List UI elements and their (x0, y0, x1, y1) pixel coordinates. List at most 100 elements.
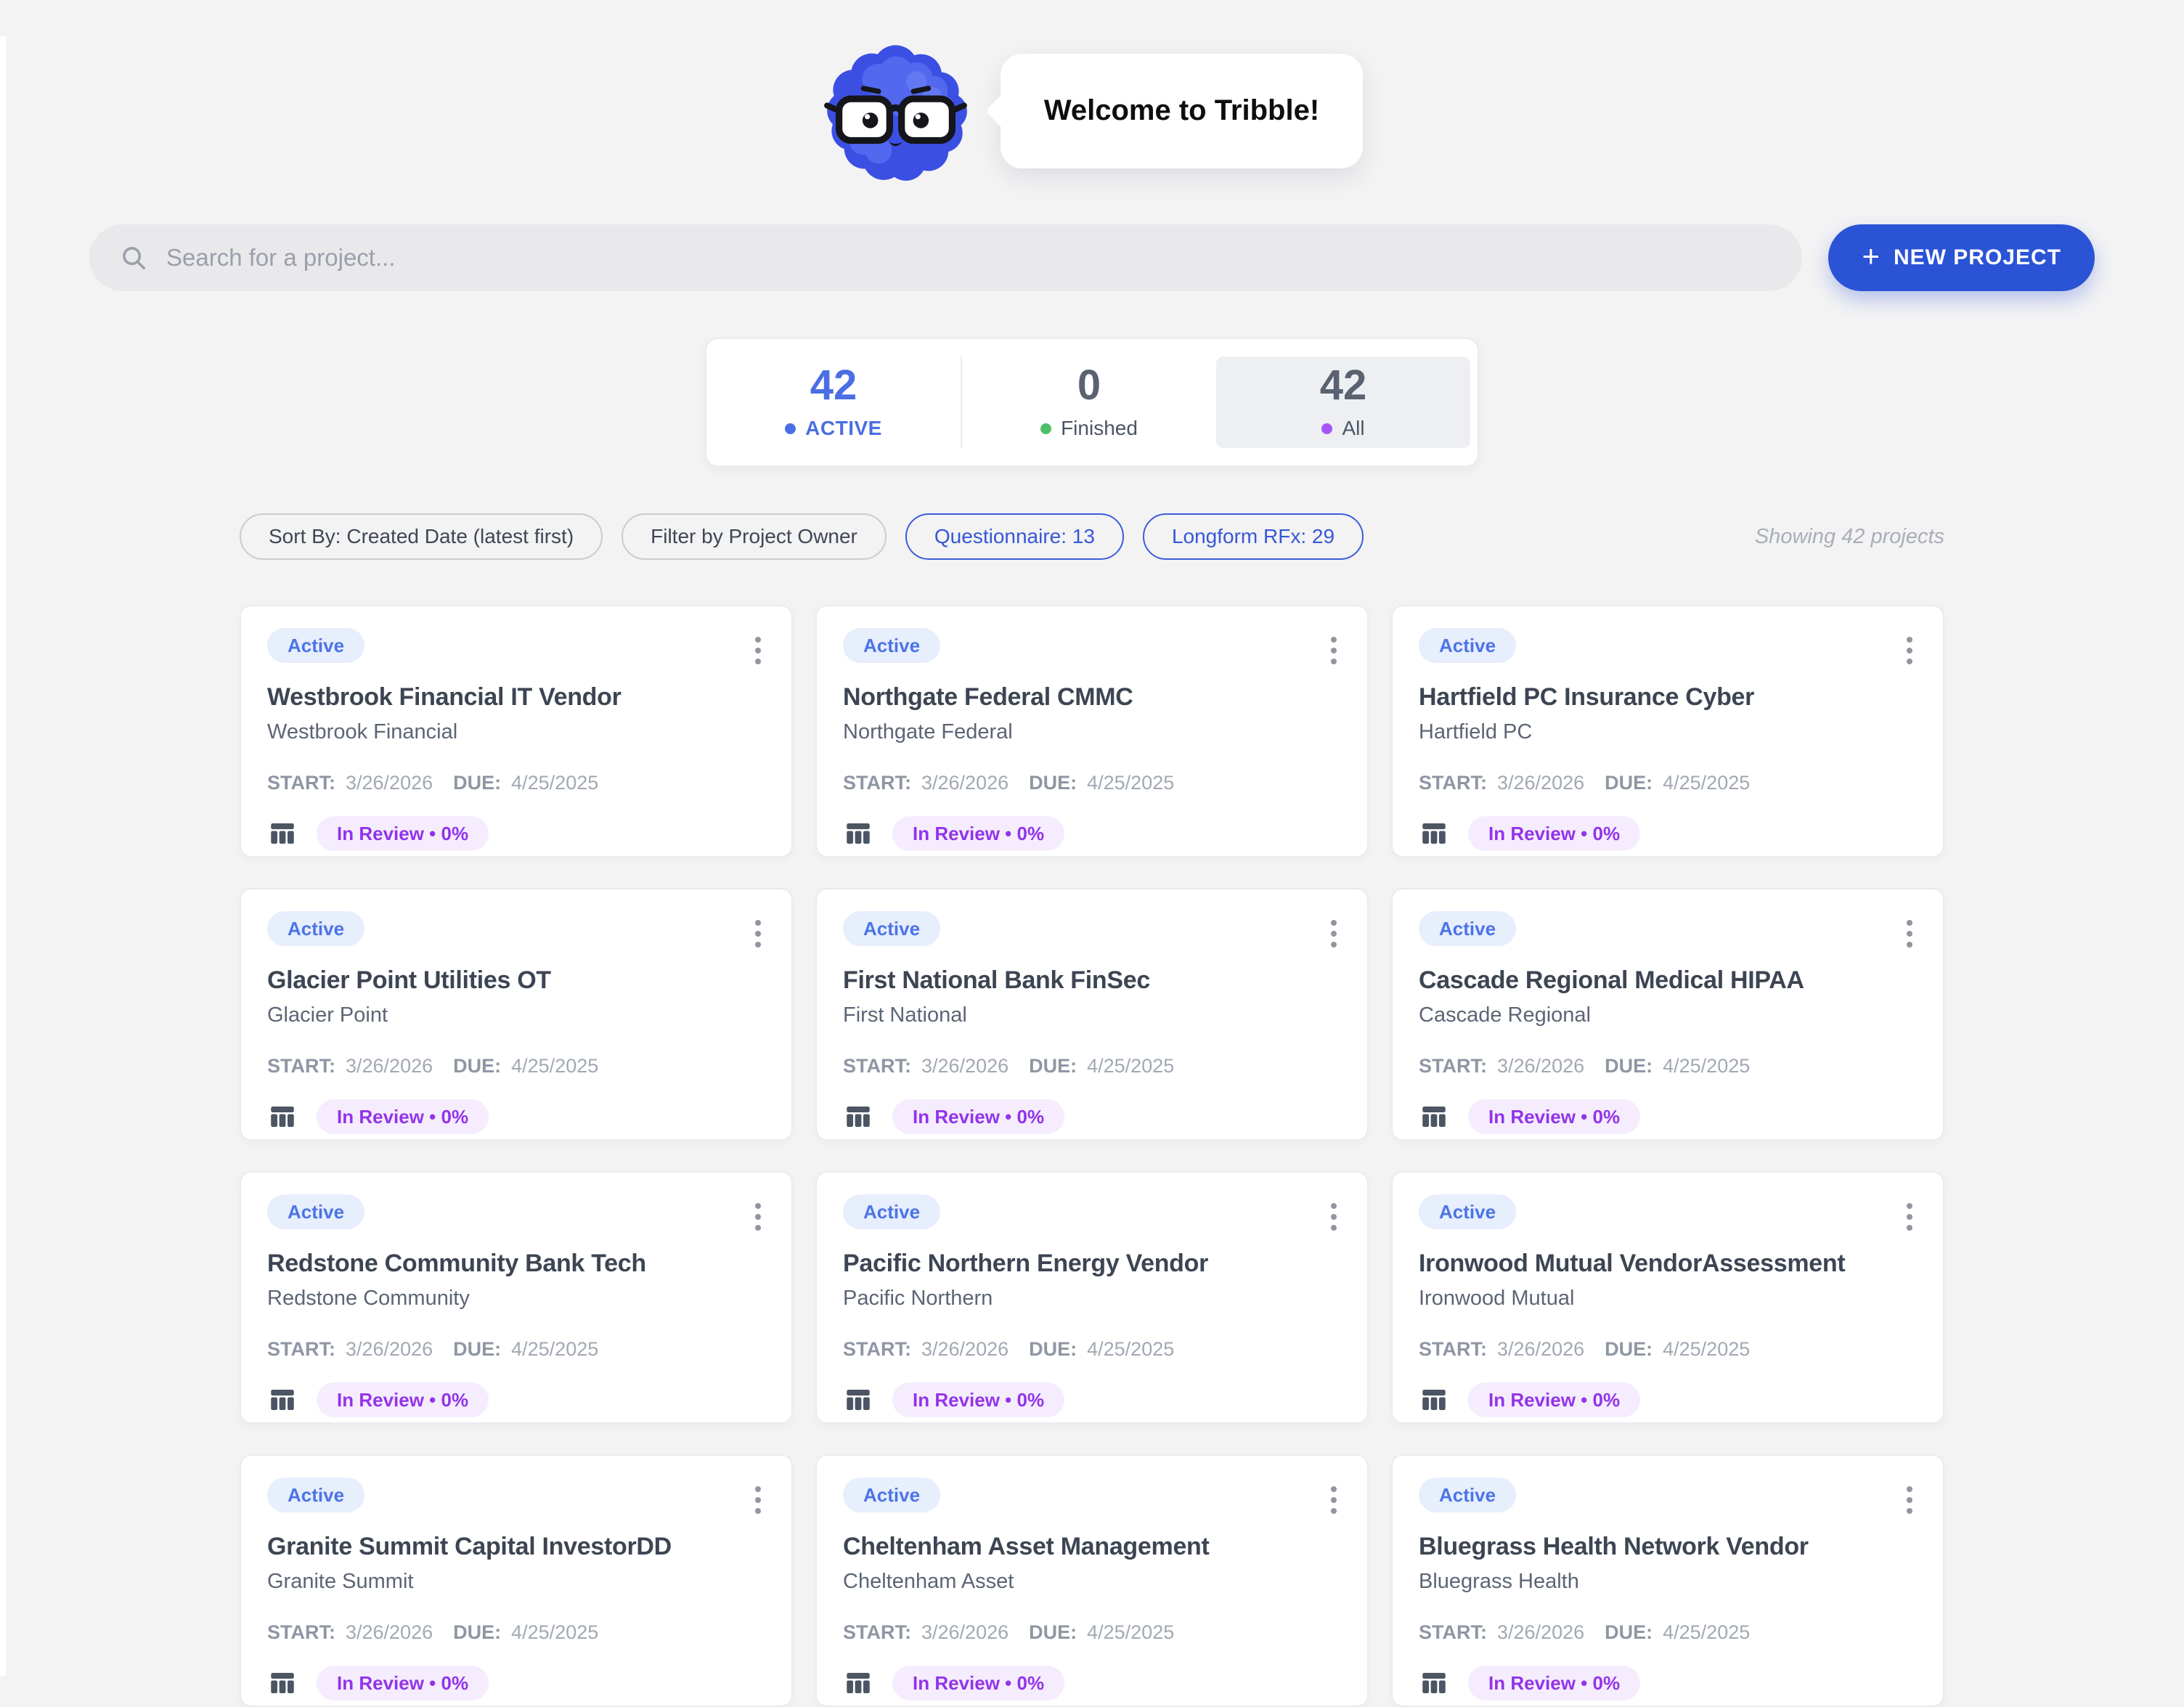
due-label: DUE: (453, 1621, 501, 1644)
project-card[interactable]: ActiveNorthgate Federal CMMCNorthgate Fe… (815, 605, 1369, 857)
welcome-speech-bubble: Welcome to Tribble! (1001, 54, 1363, 168)
project-card[interactable]: ActivePacific Northern Energy VendorPaci… (815, 1171, 1369, 1424)
project-search[interactable] (89, 224, 1802, 291)
card-footer: In Review • 0% (267, 1382, 765, 1417)
start-label: START: (843, 772, 911, 794)
due-label: DUE: (1029, 772, 1077, 794)
start-label: START: (1419, 1055, 1487, 1077)
project-dates: START:3/26/2026DUE:4/25/2025 (843, 1055, 1341, 1077)
active-dot-icon (785, 423, 796, 434)
start-date: 3/26/2026 (346, 772, 433, 794)
table-icon (1419, 1101, 1449, 1132)
all-label: All (1342, 417, 1364, 440)
start-label: START: (1419, 772, 1487, 794)
kebab-menu-icon[interactable] (749, 1480, 767, 1520)
due-label: DUE: (1029, 1055, 1077, 1077)
card-footer: In Review • 0% (267, 1666, 765, 1700)
kebab-menu-icon[interactable] (1901, 1480, 1918, 1520)
card-footer: In Review • 0% (1419, 816, 1917, 851)
card-footer: In Review • 0% (267, 1099, 765, 1134)
review-status-badge: In Review • 0% (317, 1099, 489, 1134)
project-card[interactable]: ActiveHartfield PC Insurance CyberHartfi… (1391, 605, 1944, 857)
project-card[interactable]: ActiveCheltenham Asset ManagementChelten… (815, 1454, 1369, 1707)
due-label: DUE: (453, 1338, 501, 1361)
project-owner: First National (843, 1003, 1341, 1027)
review-status-badge: In Review • 0% (1468, 1382, 1640, 1417)
kebab-menu-icon[interactable] (1325, 914, 1342, 953)
project-owner: Ironwood Mutual (1419, 1287, 1917, 1311)
kebab-menu-icon[interactable] (1325, 1197, 1342, 1237)
kebab-menu-icon[interactable] (1901, 914, 1918, 953)
project-card[interactable]: ActiveWestbrook Financial IT VendorWestb… (240, 605, 793, 857)
window-left-edge (0, 36, 6, 1676)
active-label: ACTIVE (805, 417, 882, 440)
project-owner: Glacier Point (267, 1003, 765, 1027)
project-title: Cascade Regional Medical HIPAA (1419, 966, 1917, 995)
kebab-menu-icon[interactable] (1901, 1197, 1918, 1237)
project-card[interactable]: ActiveGranite Summit Capital InvestorDDG… (240, 1454, 793, 1707)
review-status-badge: In Review • 0% (892, 816, 1064, 851)
active-count: 42 (810, 364, 857, 407)
status-badge: Active (267, 1194, 364, 1229)
due-label: DUE: (1605, 1055, 1653, 1077)
start-date: 3/26/2026 (921, 772, 1009, 794)
review-status-badge: In Review • 0% (892, 1666, 1064, 1700)
due-date: 4/25/2025 (1663, 1621, 1750, 1644)
questionnaire-filter-chip[interactable]: Questionnaire: 13 (905, 513, 1124, 560)
project-dates: START:3/26/2026DUE:4/25/2025 (1419, 772, 1917, 794)
status-badge: Active (1419, 1478, 1516, 1512)
start-date: 3/26/2026 (346, 1338, 433, 1361)
project-dates: START:3/26/2026DUE:4/25/2025 (267, 1338, 765, 1361)
due-date: 4/25/2025 (1087, 1055, 1174, 1077)
start-label: START: (267, 1055, 335, 1077)
longform-rfx-filter-chip[interactable]: Longform RFx: 29 (1143, 513, 1364, 560)
project-dates: START:3/26/2026DUE:4/25/2025 (843, 772, 1341, 794)
kebab-menu-icon[interactable] (1901, 631, 1918, 670)
project-card[interactable]: ActiveGlacier Point Utilities OTGlacier … (240, 888, 793, 1141)
kebab-menu-icon[interactable] (1325, 631, 1342, 670)
kebab-menu-icon[interactable] (1325, 1480, 1342, 1520)
new-project-button[interactable]: + NEW PROJECT (1828, 224, 2095, 291)
project-card[interactable]: ActiveFirst National Bank FinSecFirst Na… (815, 888, 1369, 1141)
showing-projects-count: Showing 42 projects (1755, 525, 1944, 549)
project-stats-card: 42 ACTIVE 0 Finished 42 All (705, 338, 1479, 467)
stats-tab-finished[interactable]: 0 Finished (961, 357, 1216, 448)
start-label: START: (1419, 1338, 1487, 1361)
project-dates: START:3/26/2026DUE:4/25/2025 (267, 772, 765, 794)
table-icon (843, 1668, 873, 1698)
start-date: 3/26/2026 (921, 1621, 1009, 1644)
review-status-badge: In Review • 0% (892, 1099, 1064, 1134)
project-card[interactable]: ActiveIronwood Mutual VendorAssessmentIr… (1391, 1171, 1944, 1424)
kebab-menu-icon[interactable] (749, 1197, 767, 1237)
due-date: 4/25/2025 (1087, 1621, 1174, 1644)
project-card[interactable]: ActiveBluegrass Health Network VendorBlu… (1391, 1454, 1944, 1707)
project-title: Ironwood Mutual VendorAssessment (1419, 1250, 1917, 1278)
project-dates: START:3/26/2026DUE:4/25/2025 (1419, 1621, 1917, 1644)
search-input[interactable] (165, 243, 1772, 272)
start-date: 3/26/2026 (1497, 1338, 1584, 1361)
project-card[interactable]: ActiveCascade Regional Medical HIPAACasc… (1391, 888, 1944, 1141)
project-dates: START:3/26/2026DUE:4/25/2025 (1419, 1055, 1917, 1077)
project-title: Cheltenham Asset Management (843, 1533, 1341, 1561)
due-date: 4/25/2025 (511, 1055, 598, 1077)
all-dot-icon (1321, 423, 1332, 434)
table-icon (843, 1101, 873, 1132)
search-icon (120, 244, 147, 272)
table-icon (267, 818, 298, 849)
due-label: DUE: (1029, 1338, 1077, 1361)
welcome-hero: Welcome to Tribble! (0, 36, 2184, 185)
sort-by-chip[interactable]: Sort By: Created Date (latest first) (240, 513, 603, 560)
stats-tab-all[interactable]: 42 All (1216, 357, 1470, 448)
start-date: 3/26/2026 (1497, 1055, 1584, 1077)
kebab-menu-icon[interactable] (749, 631, 767, 670)
due-date: 4/25/2025 (511, 1338, 598, 1361)
due-date: 4/25/2025 (511, 1621, 598, 1644)
start-label: START: (1419, 1621, 1487, 1644)
project-card[interactable]: ActiveRedstone Community Bank TechRedsto… (240, 1171, 793, 1424)
status-badge: Active (843, 1194, 940, 1229)
stats-tab-active[interactable]: 42 ACTIVE (706, 357, 961, 448)
finished-dot-icon (1040, 423, 1051, 434)
kebab-menu-icon[interactable] (749, 914, 767, 953)
due-label: DUE: (1029, 1621, 1077, 1644)
filter-owner-chip[interactable]: Filter by Project Owner (622, 513, 887, 560)
